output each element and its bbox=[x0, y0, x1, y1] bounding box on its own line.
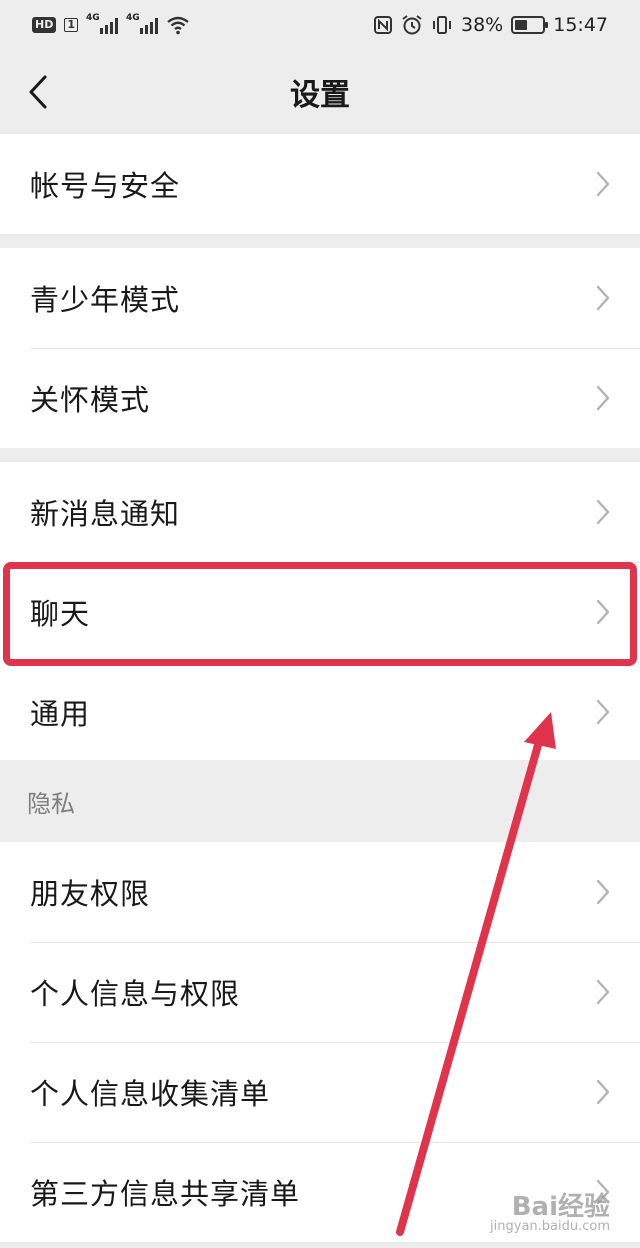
watermark-url: jingyan.baidu.com bbox=[490, 1219, 610, 1234]
settings-item-personal-info-permissions[interactable]: 个人信息与权限 bbox=[0, 942, 640, 1042]
section-header-privacy: 隐私 bbox=[0, 760, 640, 842]
battery-percent: 38% bbox=[461, 14, 504, 36]
settings-item-label: 聊天 bbox=[30, 597, 91, 631]
settings-group-account: 帐号与安全 bbox=[0, 134, 640, 234]
battery-icon bbox=[511, 16, 549, 34]
settings-item-general[interactable]: 通用 bbox=[0, 662, 640, 762]
vibrate-icon bbox=[433, 16, 451, 34]
watermark-text: Bai经验 bbox=[511, 1192, 610, 1222]
wifi-icon bbox=[167, 16, 189, 35]
chevron-right-icon bbox=[596, 879, 610, 905]
sim-badge: 1 bbox=[64, 18, 78, 32]
chevron-right-icon bbox=[596, 699, 610, 725]
settings-item-label: 朋友权限 bbox=[30, 877, 151, 911]
settings-group-general: 新消息通知 聊天 通用 bbox=[0, 462, 640, 762]
page-title: 设置 bbox=[290, 78, 350, 113]
clock: 15:47 bbox=[553, 14, 608, 36]
chevron-right-icon bbox=[596, 285, 610, 311]
settings-item-label: 新消息通知 bbox=[30, 497, 181, 531]
signal-icon-2: 4G bbox=[126, 13, 158, 34]
alarm-icon bbox=[402, 15, 422, 35]
hd-badge: HD bbox=[32, 17, 57, 33]
settings-item-personal-info-list[interactable]: 个人信息收集清单 bbox=[0, 1042, 640, 1142]
chevron-right-icon bbox=[596, 499, 610, 525]
chevron-right-icon bbox=[596, 599, 610, 625]
settings-item-teen-mode[interactable]: 青少年模式 bbox=[0, 248, 640, 348]
settings-item-care-mode[interactable]: 关怀模式 bbox=[0, 348, 640, 448]
back-button[interactable] bbox=[16, 68, 60, 116]
watermark: Bai经验 jingyan.baidu.com bbox=[490, 1194, 610, 1234]
settings-item-label: 帐号与安全 bbox=[30, 169, 181, 203]
settings-group-privacy: 朋友权限 个人信息与权限 个人信息收集清单 第三方信息共享清单 bbox=[0, 842, 640, 1242]
status-right: 38% 15:47 bbox=[373, 14, 608, 36]
settings-item-account-security[interactable]: 帐号与安全 bbox=[0, 134, 640, 234]
status-bar: HD 1 4G 4G 38% 15:47 bbox=[0, 0, 640, 50]
settings-item-label: 个人信息与权限 bbox=[30, 977, 241, 1011]
network-type-2: 4G bbox=[126, 13, 140, 23]
chevron-right-icon bbox=[596, 979, 610, 1005]
nav-bar: 设置 bbox=[0, 50, 640, 134]
network-type: 4G bbox=[86, 13, 100, 23]
settings-item-friend-permissions[interactable]: 朋友权限 bbox=[0, 842, 640, 942]
settings-group-modes: 青少年模式 关怀模式 bbox=[0, 248, 640, 448]
chevron-right-icon bbox=[596, 385, 610, 411]
settings-item-label: 通用 bbox=[30, 697, 91, 731]
settings-item-label: 青少年模式 bbox=[30, 283, 181, 317]
chevron-right-icon bbox=[596, 1079, 610, 1105]
status-left: HD 1 4G 4G bbox=[32, 13, 190, 35]
back-icon bbox=[29, 75, 47, 109]
settings-item-label: 关怀模式 bbox=[30, 383, 151, 417]
settings-item-notifications[interactable]: 新消息通知 bbox=[0, 462, 640, 562]
chevron-right-icon bbox=[596, 171, 610, 197]
settings-item-label: 个人信息收集清单 bbox=[30, 1077, 271, 1111]
settings-item-label: 第三方信息共享清单 bbox=[30, 1177, 301, 1211]
settings-item-chat[interactable]: 聊天 bbox=[0, 562, 640, 662]
signal-icon: 4G bbox=[86, 13, 118, 34]
nfc-icon bbox=[374, 16, 392, 34]
